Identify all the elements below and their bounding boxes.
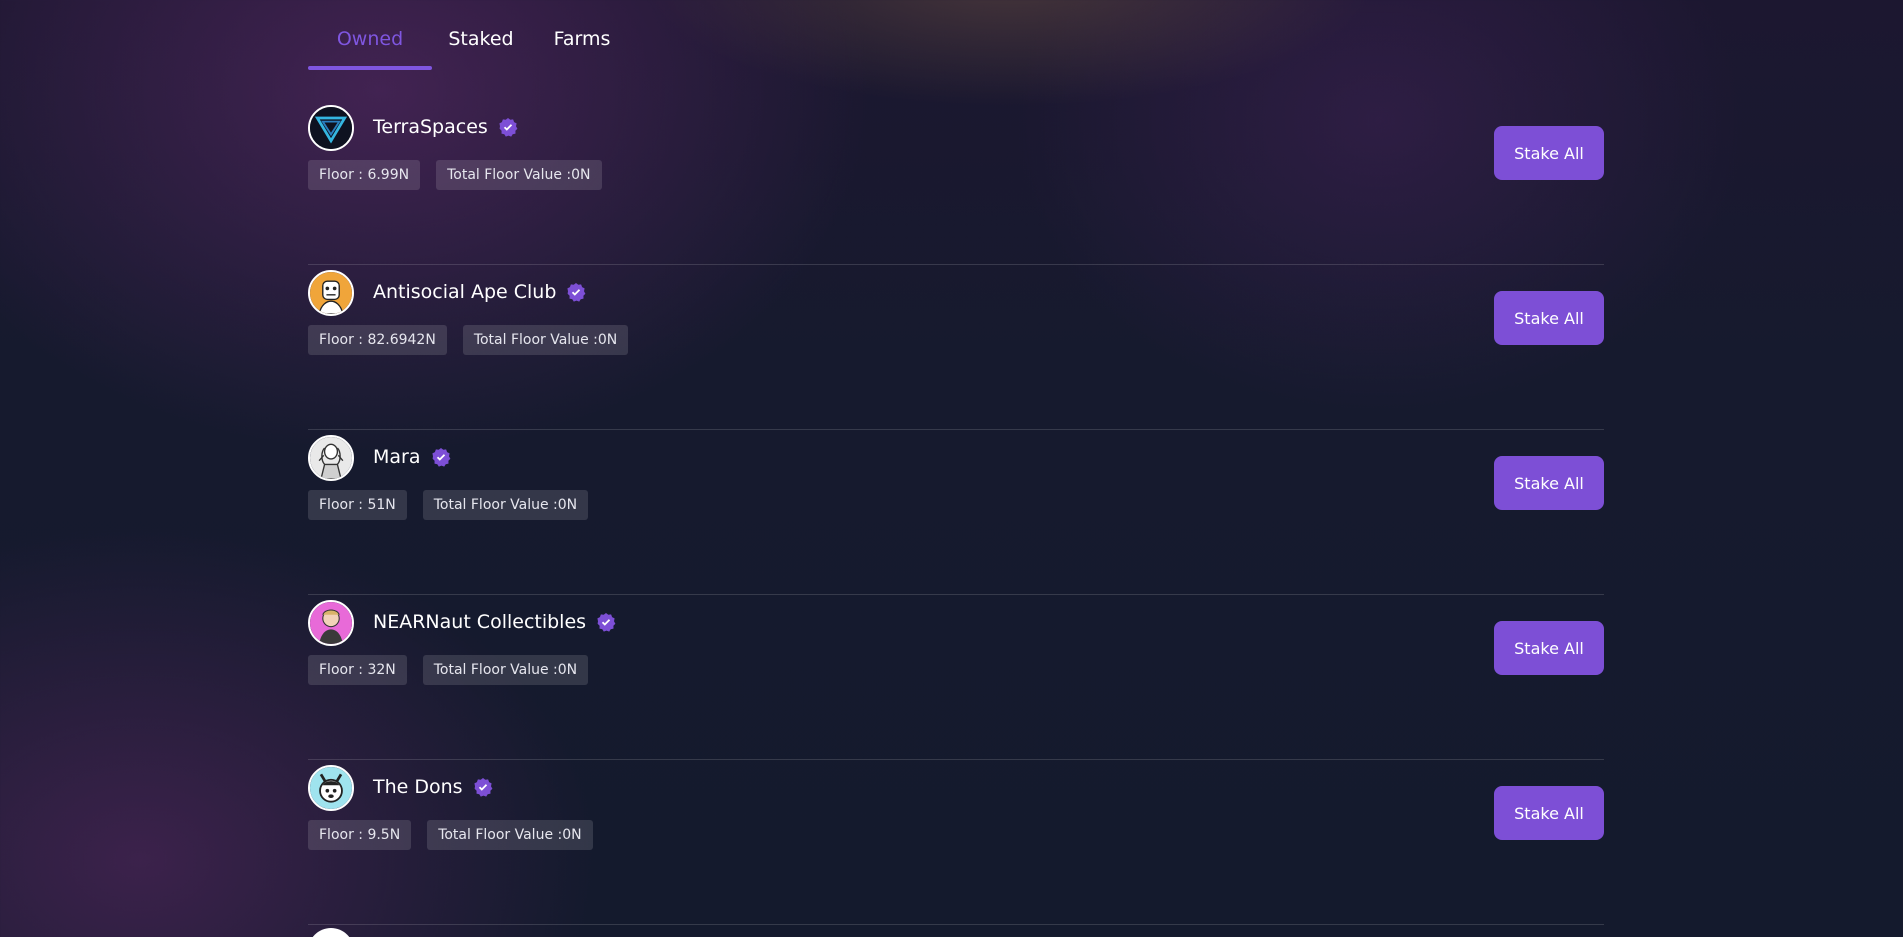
total-floor-value-badge: Total Floor Value :0N: [422, 490, 589, 520]
tab-owned[interactable]: Owned: [308, 28, 432, 70]
collection-name-label: TerraSpaces: [373, 116, 488, 138]
stake-all-button[interactable]: Stake All: [1494, 126, 1604, 180]
antisocial-ape-avatar-icon: [308, 270, 354, 316]
floor-badge: Floor : 32N: [308, 655, 407, 685]
verified-badge-icon: [498, 117, 518, 137]
collection-row: Antisocial Ape Club Floor : 82.6942N Tot…: [308, 265, 1604, 430]
collection-name[interactable]: TerraSpaces: [373, 116, 518, 138]
collection-row: NEARNaut Collectibles Floor : 32N Total …: [308, 595, 1604, 760]
total-floor-value-badge: Total Floor Value :0N: [422, 655, 589, 685]
collection-row: TerraSpaces Floor : 6.99N Total Floor Va…: [308, 100, 1604, 265]
collection-name[interactable]: Antisocial Ape Club: [373, 281, 586, 303]
verified-badge-icon: [473, 777, 493, 797]
collection-row: The Dons Floor : 9.5N Total Floor Value …: [308, 760, 1604, 925]
collection-name[interactable]: NEARNaut Collectibles: [373, 611, 616, 633]
tab-staked[interactable]: Staked: [435, 28, 527, 70]
floor-badge: Floor : 51N: [308, 490, 407, 520]
total-floor-value-badge: Total Floor Value :0N: [427, 820, 593, 850]
mara-avatar-icon: [308, 435, 354, 481]
collection-name-label: Antisocial Ape Club: [373, 281, 557, 303]
stake-all-button[interactable]: Stake All: [1494, 621, 1604, 675]
collection-name-label: The Dons: [373, 776, 463, 798]
verified-badge-icon: [596, 612, 616, 632]
total-floor-value-badge: Total Floor Value :0N: [462, 325, 629, 355]
total-floor-value-badge: Total Floor Value :0N: [436, 160, 602, 190]
floor-badge: Floor : 82.6942N: [308, 325, 447, 355]
collection-name-label: NEARNaut Collectibles: [373, 611, 587, 633]
stake-all-button[interactable]: Stake All: [1494, 291, 1604, 345]
collection-name[interactable]: Mara: [373, 446, 451, 468]
collection-tabs: Owned Staked Farms: [308, 28, 617, 72]
floor-badge: Floor : 6.99N: [308, 160, 421, 190]
nearnaut-avatar-icon: [308, 600, 354, 646]
verified-badge-icon: [431, 447, 451, 467]
collection-name-label: Mara: [373, 446, 421, 468]
the-dons-avatar-icon: [308, 765, 354, 811]
partial-collection-avatar: [308, 928, 354, 937]
floor-badge: Floor : 9.5N: [308, 820, 412, 850]
terraspaces-logo-icon: [308, 105, 354, 151]
tab-farms[interactable]: Farms: [547, 28, 617, 70]
collection-name[interactable]: The Dons: [373, 776, 493, 798]
collection-row: Mara Floor : 51N Total Floor Value :0N S…: [308, 430, 1604, 595]
collection-list: TerraSpaces Floor : 6.99N Total Floor Va…: [308, 100, 1604, 925]
stake-all-button[interactable]: Stake All: [1494, 456, 1604, 510]
verified-badge-icon: [566, 282, 586, 302]
stake-all-button[interactable]: Stake All: [1494, 786, 1604, 840]
